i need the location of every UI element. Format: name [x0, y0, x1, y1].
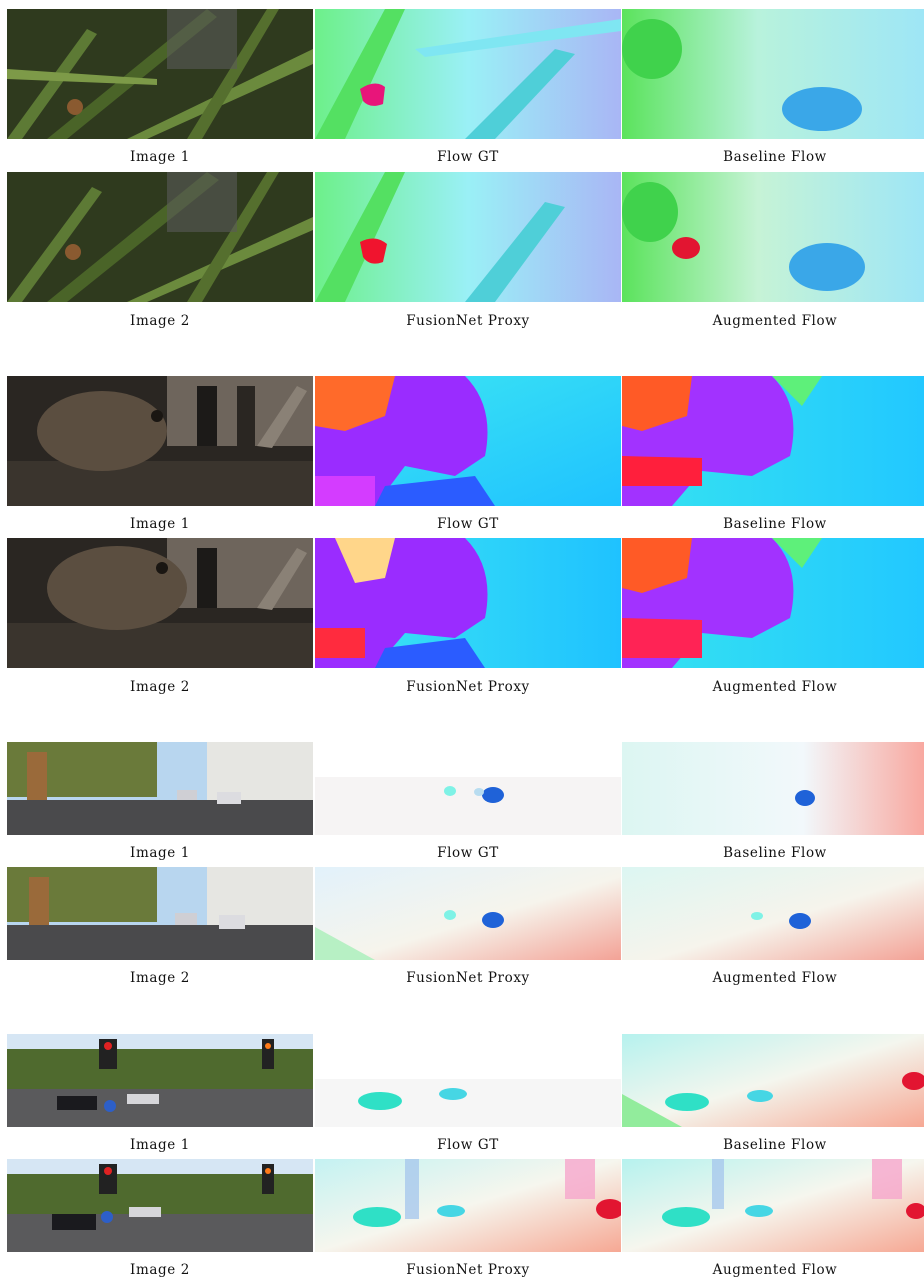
caption-flow-gt: Flow GT [437, 1137, 499, 1153]
caption-fusionnet-proxy: FusionNet Proxy [406, 313, 530, 329]
flow-gt-panel [315, 9, 621, 139]
caption-flow-gt: Flow GT [437, 149, 499, 165]
image-2-panel [7, 867, 313, 960]
image-1-panel [7, 9, 313, 139]
image-1-panel [7, 1034, 313, 1127]
caption-baseline-flow: Baseline Flow [723, 149, 827, 165]
caption-baseline-flow: Baseline Flow [723, 516, 827, 532]
caption-image-1: Image 1 [130, 1137, 190, 1153]
augmented-flow-panel [622, 172, 924, 302]
caption-image-2: Image 2 [130, 313, 190, 329]
baseline-flow-panel [622, 9, 924, 139]
image-2-panel [7, 172, 313, 302]
caption-flow-gt: Flow GT [437, 516, 499, 532]
augmented-flow-panel [622, 1159, 924, 1252]
image-1-panel [7, 742, 313, 835]
caption-image-2: Image 2 [130, 1262, 190, 1278]
caption-augmented-flow: Augmented Flow [712, 313, 838, 329]
image-1-panel [7, 376, 313, 506]
caption-image-2: Image 2 [130, 679, 190, 695]
fusionnet-proxy-panel [315, 1159, 621, 1252]
caption-baseline-flow: Baseline Flow [723, 845, 827, 861]
flow-gt-panel [315, 742, 621, 835]
baseline-flow-panel [622, 742, 924, 835]
caption-image-2: Image 2 [130, 970, 190, 986]
image-2-panel [7, 538, 313, 668]
flow-gt-panel [315, 376, 621, 506]
flow-gt-panel [315, 1034, 621, 1127]
caption-image-1: Image 1 [130, 149, 190, 165]
augmented-flow-panel [622, 538, 924, 668]
fusionnet-proxy-panel [315, 172, 621, 302]
caption-image-1: Image 1 [130, 845, 190, 861]
fusionnet-proxy-panel [315, 867, 621, 960]
baseline-flow-panel [622, 1034, 924, 1127]
caption-augmented-flow: Augmented Flow [712, 1262, 838, 1278]
caption-augmented-flow: Augmented Flow [712, 679, 838, 695]
caption-fusionnet-proxy: FusionNet Proxy [406, 970, 530, 986]
caption-fusionnet-proxy: FusionNet Proxy [406, 679, 530, 695]
fusionnet-proxy-panel [315, 538, 621, 668]
augmented-flow-panel [622, 867, 924, 960]
caption-image-1: Image 1 [130, 516, 190, 532]
caption-flow-gt: Flow GT [437, 845, 499, 861]
caption-baseline-flow: Baseline Flow [723, 1137, 827, 1153]
image-2-panel [7, 1159, 313, 1252]
baseline-flow-panel [622, 376, 924, 506]
caption-fusionnet-proxy: FusionNet Proxy [406, 1262, 530, 1278]
caption-augmented-flow: Augmented Flow [712, 970, 838, 986]
